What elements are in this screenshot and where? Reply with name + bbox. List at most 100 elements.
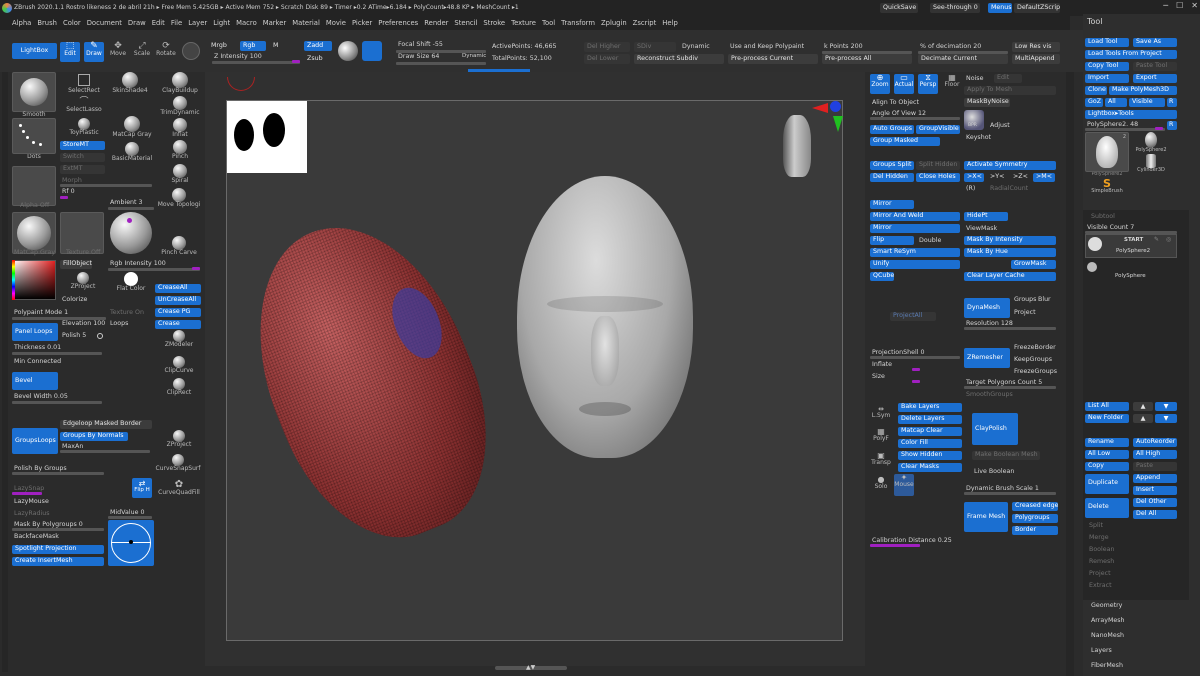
spotlight-projection-button[interactable]: Spotlight Projection xyxy=(12,545,104,554)
brush-selectlasso[interactable]: ⌒ SelectLasso xyxy=(64,98,104,113)
polypaint-mode-slider[interactable]: Polypaint Mode 1 xyxy=(14,309,68,316)
left-scroll-strip[interactable] xyxy=(2,72,8,672)
extmt-button[interactable]: ExtMT xyxy=(60,165,105,174)
persp-button[interactable]: ⧖ Persp xyxy=(918,74,938,94)
merge-menu[interactable]: Merge xyxy=(1089,534,1109,541)
project-menu[interactable]: Project xyxy=(1089,570,1111,577)
apply-to-mesh-button[interactable]: Apply To Mesh xyxy=(964,86,1056,95)
brush-spiral[interactable]: Spiral xyxy=(158,164,202,184)
k-points-slider[interactable]: k Points 200 xyxy=(824,43,863,50)
autoreorder-button[interactable]: AutoReorder xyxy=(1133,438,1177,447)
menu-material[interactable]: Material xyxy=(292,19,320,27)
smart-resym-button[interactable]: Smart ReSym xyxy=(870,248,960,257)
window-controls[interactable]: ─ ☐ ✕ xyxy=(1070,2,1198,14)
del-higher-button[interactable]: Del Higher xyxy=(584,42,630,52)
axis-gizmo[interactable] xyxy=(812,101,844,135)
arraymesh-menu[interactable]: ArrayMesh xyxy=(1091,617,1125,624)
menu-brush[interactable]: Brush xyxy=(37,19,57,27)
bake-layers-button[interactable]: Bake Layers xyxy=(898,403,962,412)
stroke-dots[interactable]: Dots xyxy=(12,118,56,160)
matcap-clear-button[interactable]: Matcap Clear xyxy=(898,427,962,436)
move-down-button[interactable]: ▼ xyxy=(1155,402,1177,411)
dynamesh-groups-button[interactable]: Groups xyxy=(1014,296,1036,303)
activate-symmetry-button[interactable]: Activate Symmetry xyxy=(964,161,1056,170)
edgeloop-masked-border-button[interactable]: Edgeloop Masked Border xyxy=(60,420,152,429)
actual-button[interactable]: ▭ Actual xyxy=(894,74,914,94)
polygroup-head-model[interactable] xyxy=(218,195,524,567)
dynamesh-button[interactable]: DynaMesh xyxy=(964,298,1010,318)
colorize-label[interactable]: Colorize xyxy=(62,296,87,303)
del-all-button[interactable]: Del All xyxy=(1133,510,1177,519)
groups-by-normals-button[interactable]: Groups By Normals xyxy=(60,432,128,441)
menu-tool[interactable]: Tool xyxy=(542,19,555,27)
noise-edit-button[interactable]: Edit xyxy=(994,74,1022,83)
tool-thumb-simplebrush[interactable]: S SimpleBrush xyxy=(1085,178,1129,194)
edit-mode-button[interactable]: ⬚ Edit xyxy=(60,42,80,62)
brush-move-topological[interactable]: Move Topologi xyxy=(154,188,204,208)
multiappend-button[interactable]: MultiAppend xyxy=(1012,54,1060,64)
lightbox-tools-button[interactable]: Lightbox▸Tools xyxy=(1085,110,1177,119)
size-slider[interactable]: Size xyxy=(872,373,885,380)
clear-layer-cache-button[interactable]: Clear Layer Cache xyxy=(964,272,1056,281)
thickness-slider[interactable]: Thickness 0.01 xyxy=(14,344,61,351)
material-swirl-icon[interactable] xyxy=(338,41,358,61)
move-up-button[interactable]: ▲ xyxy=(1133,402,1153,411)
bevel-button[interactable]: Bevel xyxy=(12,372,58,390)
polish-slider[interactable]: Polish 5 xyxy=(62,332,86,339)
make-boolean-mesh-button[interactable]: Make Boolean Mesh xyxy=(972,451,1040,460)
tool-thumb-polysphere2[interactable]: PolySphere2 xyxy=(1131,132,1171,153)
brush-pinch-carve[interactable]: Pinch Carve xyxy=(156,236,202,256)
transp-button[interactable]: ▣ Transp xyxy=(870,452,892,472)
dynamic-label[interactable]: Dynamic xyxy=(462,53,486,60)
zremesher-button[interactable]: ZRemesher xyxy=(964,348,1010,368)
matcap-gray-slot[interactable] xyxy=(12,212,56,254)
goz-r-button[interactable]: R xyxy=(1167,98,1177,107)
brush-pinch[interactable]: Pinch xyxy=(158,140,202,160)
border-button[interactable]: Border xyxy=(1012,526,1058,535)
all-high-button[interactable]: All High xyxy=(1133,450,1177,459)
clipcurve-brush[interactable]: ClipCurve xyxy=(156,356,202,374)
menu-picker[interactable]: Picker xyxy=(352,19,372,27)
curve-editor[interactable] xyxy=(108,520,154,566)
rename-button[interactable]: Rename xyxy=(1085,438,1129,447)
menu-help[interactable]: Help xyxy=(662,19,678,27)
low-res-vis-button[interactable]: Low Res vis xyxy=(1012,42,1060,52)
bevel-width-slider[interactable]: Bevel Width 0.05 xyxy=(14,393,68,400)
draw-size-slider[interactable]: Draw Size 64 xyxy=(398,53,439,60)
lsym-button[interactable]: ⇹ L.Sym xyxy=(870,406,892,426)
del-lower-button[interactable]: Del Lower xyxy=(584,54,630,64)
menu-alpha[interactable]: Alpha xyxy=(12,19,31,27)
decimation-slider[interactable]: % of decimation 20 xyxy=(920,43,981,50)
eye-icon[interactable]: ◎ xyxy=(1166,237,1171,243)
zproject-brush[interactable]: ZProject xyxy=(60,272,106,290)
viewport[interactable] xyxy=(218,77,844,641)
close-holes-button[interactable]: Close Holes xyxy=(916,173,960,182)
min-connected-slider[interactable]: Min Connected xyxy=(14,358,61,365)
radial-count-slider[interactable]: RadialCount xyxy=(990,185,1028,192)
menu-color[interactable]: Color xyxy=(63,19,81,27)
subtool-item-polysphere2[interactable]: START ✎ ◎ PolySphere2 xyxy=(1085,234,1177,258)
load-tools-from-project-button[interactable]: Load Tools From Project xyxy=(1085,50,1177,59)
export-button[interactable]: Export xyxy=(1133,74,1177,83)
show-hidden-button[interactable]: Show Hidden xyxy=(898,451,962,460)
flip-button[interactable]: Flip xyxy=(870,236,914,245)
freezegroups-button[interactable]: FreezeGroups xyxy=(1014,368,1057,375)
goz-visible-button[interactable]: Visible xyxy=(1129,98,1165,107)
menu-file[interactable]: File xyxy=(171,19,182,27)
geometry-menu[interactable]: Geometry xyxy=(1091,602,1122,609)
subtool-item-polysphere[interactable]: PolySphere xyxy=(1085,260,1177,284)
paste-button[interactable]: Paste xyxy=(1133,462,1177,471)
lazyradius-slider[interactable]: LazyRadius xyxy=(14,510,50,517)
sculpt-face-model[interactable] xyxy=(517,176,693,458)
inflate-slider[interactable]: Inflate xyxy=(872,361,892,368)
color-picker[interactable] xyxy=(12,260,56,300)
del-other-button[interactable]: Del Other xyxy=(1133,498,1177,507)
create-insertmesh-button[interactable]: Create InsertMesh xyxy=(12,557,104,566)
symmetry-z-button[interactable]: >Z< xyxy=(1010,173,1030,182)
reconstruct-subdiv-button[interactable]: Reconstruct Subdiv xyxy=(634,54,724,64)
freezeborder-button[interactable]: FreezeBorder xyxy=(1014,344,1056,351)
clear-masks-button[interactable]: Clear Masks xyxy=(898,463,962,472)
draw-mode-button[interactable]: ✎ Draw xyxy=(84,42,104,62)
groupsloops-button[interactable]: GroupsLoops xyxy=(12,428,58,454)
lightbox-button[interactable]: LightBox xyxy=(12,43,57,59)
